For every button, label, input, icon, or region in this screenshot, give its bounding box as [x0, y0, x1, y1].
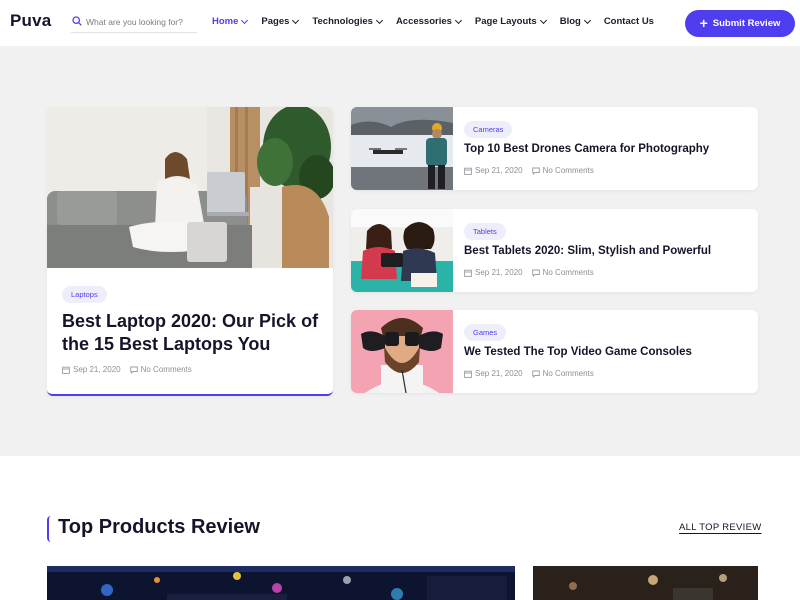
category-tag[interactable]: Tablets [464, 223, 506, 240]
nav-item-blog[interactable]: Blog [560, 16, 591, 27]
post-card[interactable]: Tablets Best Tablets 2020: Slim, Stylish… [351, 209, 758, 292]
section-title: Top Products Review [58, 516, 260, 538]
search-box[interactable] [71, 12, 197, 33]
comment-icon [531, 269, 540, 277]
product-image[interactable] [533, 566, 758, 600]
product-image[interactable] [47, 566, 515, 600]
post-date: Sep 21, 2020 [475, 268, 523, 277]
post-comments: No Comments [140, 365, 192, 374]
post-meta: Sep 21, 2020 No Comments [464, 166, 603, 175]
post-comments: No Comments [542, 268, 594, 277]
chevron-down-icon [241, 16, 249, 24]
chevron-down-icon [539, 16, 547, 24]
featured-post-image[interactable] [47, 107, 333, 268]
post-comments: No Comments [542, 166, 594, 175]
chevron-down-icon [454, 16, 462, 24]
search-input[interactable] [86, 14, 196, 30]
main-nav: Home Pages Technologies Accessories Page… [212, 16, 668, 27]
chevron-down-icon [292, 16, 300, 24]
calendar-icon [464, 167, 472, 175]
section-accent-bar [47, 516, 51, 542]
post-title[interactable]: We Tested The Top Video Game Consoles [464, 346, 692, 358]
nav-item-contact-us[interactable]: Contact Us [604, 16, 654, 27]
comment-icon [531, 370, 540, 378]
post-date: Sep 21, 2020 [73, 365, 121, 374]
nav-item-home[interactable]: Home [212, 16, 249, 27]
search-icon [72, 16, 82, 26]
site-header: Puva Home Pages Technologies Accessories… [0, 0, 800, 46]
nav-item-page-layouts[interactable]: Page Layouts [475, 16, 547, 27]
plus-icon: + [699, 15, 708, 31]
chevron-down-icon [583, 16, 591, 24]
calendar-icon [464, 269, 472, 277]
post-image[interactable] [351, 209, 453, 292]
post-image[interactable] [351, 107, 453, 190]
nav-item-technologies[interactable]: Technologies [312, 16, 383, 27]
post-meta: Sep 21, 2020 No Comments [464, 268, 603, 277]
site-logo[interactable]: Puva [10, 11, 51, 31]
category-tag[interactable]: Laptops [62, 286, 107, 303]
post-card[interactable]: Games We Tested The Top Video Game Conso… [351, 310, 758, 393]
all-top-review-link[interactable]: ALL TOP REVIEW [679, 522, 762, 533]
nav-item-pages[interactable]: Pages [261, 16, 300, 27]
comment-icon [531, 167, 540, 175]
post-comments: No Comments [542, 369, 594, 378]
post-card[interactable]: Cameras Top 10 Best Drones Camera for Ph… [351, 107, 758, 190]
hero-section: Laptops Best Laptop 2020: Our Pick of th… [0, 46, 800, 456]
post-date: Sep 21, 2020 [475, 166, 523, 175]
post-title[interactable]: Top 10 Best Drones Camera for Photograph… [464, 143, 709, 155]
post-date: Sep 21, 2020 [475, 369, 523, 378]
post-meta: Sep 21, 2020 No Comments [464, 369, 603, 378]
submit-review-button[interactable]: + Submit Review [685, 10, 795, 37]
post-title[interactable]: Best Tablets 2020: Slim, Stylish and Pow… [464, 245, 711, 257]
calendar-icon [464, 370, 472, 378]
featured-post-card[interactable]: Laptops Best Laptop 2020: Our Pick of th… [47, 107, 333, 396]
calendar-icon [62, 366, 70, 374]
chevron-down-icon [375, 16, 383, 24]
category-tag[interactable]: Cameras [464, 121, 513, 138]
featured-post-title[interactable]: Best Laptop 2020: Our Pick of the 15 Bes… [62, 310, 324, 356]
comment-icon [129, 366, 138, 374]
nav-item-accessories[interactable]: Accessories [396, 16, 462, 27]
category-tag[interactable]: Games [464, 324, 507, 341]
post-image[interactable] [351, 310, 453, 393]
post-meta: Sep 21, 2020 No Comments [62, 365, 201, 374]
